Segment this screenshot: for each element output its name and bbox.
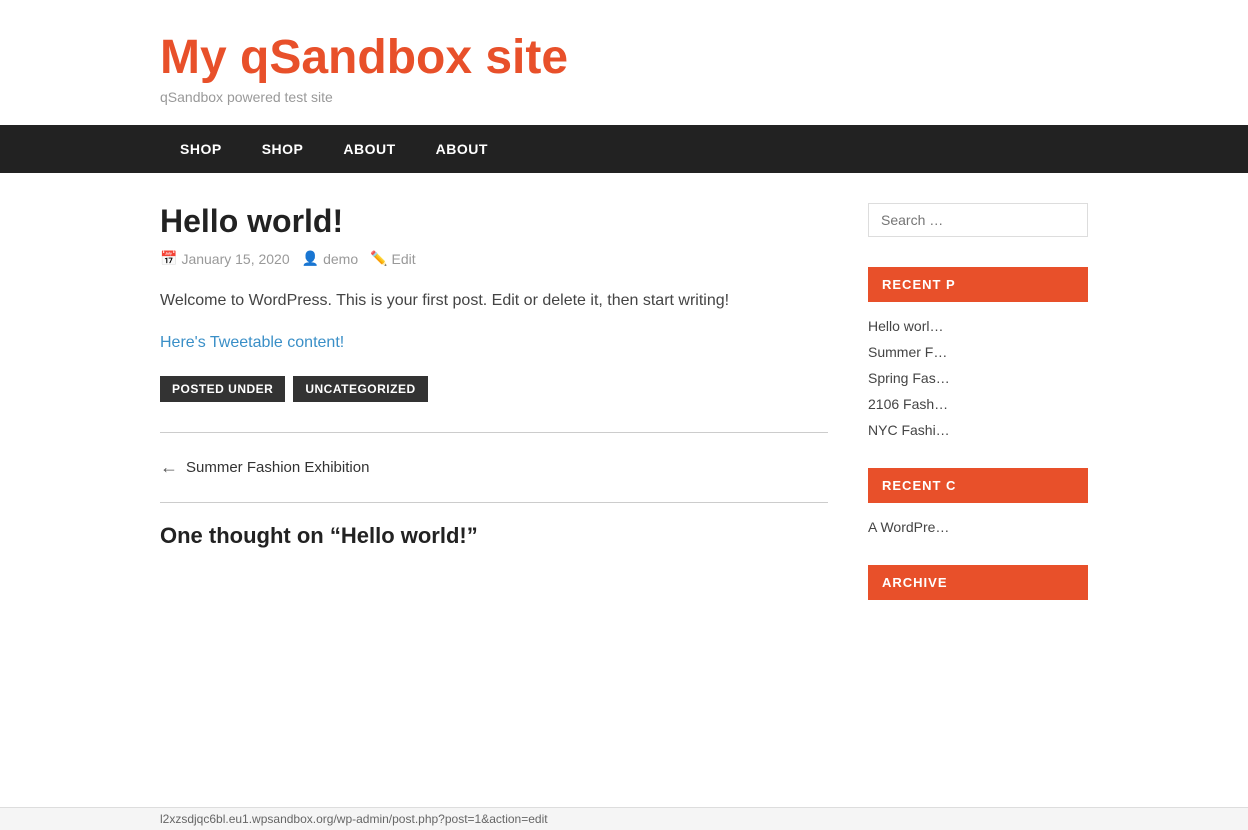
nav-divider-top xyxy=(160,432,828,433)
recent-comments-heading: RECENT C xyxy=(868,468,1088,503)
list-item[interactable]: NYC Fashi… xyxy=(868,418,1088,444)
main-navigation: SHOP SHOP ABOUT ABOUT xyxy=(0,125,1248,173)
list-item[interactable]: Spring Fas… xyxy=(868,366,1088,392)
prev-post-link[interactable]: Summer Fashion Exhibition xyxy=(186,459,369,476)
edit-icon: ✏️ xyxy=(370,250,387,267)
calendar-icon: 📅 xyxy=(160,250,177,267)
recent-comments-list: A WordPre… xyxy=(868,515,1088,541)
archives-heading: ARCHIVE xyxy=(868,565,1088,600)
post-edit-item[interactable]: ✏️ Edit xyxy=(370,250,416,267)
recent-comment-link-1[interactable]: A WordPre… xyxy=(868,519,949,535)
list-item[interactable]: 2106 Fash… xyxy=(868,392,1088,418)
site-title: My qSandbox site xyxy=(160,30,1088,85)
nav-item-shop-2[interactable]: SHOP xyxy=(242,125,324,173)
post-author-item: 👤 demo xyxy=(302,250,358,267)
list-item[interactable]: Hello worl… xyxy=(868,314,1088,340)
list-item[interactable]: Summer F… xyxy=(868,340,1088,366)
left-arrow-icon: ← xyxy=(160,457,178,478)
post-tags: POSTED UNDER UNCATEGORIZED xyxy=(160,376,828,402)
nav-item-about-1[interactable]: ABOUT xyxy=(323,125,415,173)
search-widget xyxy=(868,203,1088,237)
recent-post-link-5[interactable]: NYC Fashi… xyxy=(868,422,950,438)
nav-item-about-2[interactable]: ABOUT xyxy=(416,125,508,173)
post-body: Welcome to WordPress. This is your first… xyxy=(160,287,828,314)
sidebar: RECENT P Hello worl… Summer F… Spring Fa… xyxy=(868,203,1088,612)
recent-post-link-3[interactable]: Spring Fas… xyxy=(868,370,950,386)
recent-posts-heading: RECENT P xyxy=(868,267,1088,302)
status-url: l2xzsdjqc6bl.eu1.wpsandbox.org/wp-admin/… xyxy=(160,812,548,826)
nav-divider-bottom xyxy=(160,502,828,503)
tag-label: POSTED UNDER xyxy=(160,376,285,402)
tag-value: UNCATEGORIZED xyxy=(293,376,427,402)
search-input[interactable] xyxy=(868,203,1088,237)
status-bar: l2xzsdjqc6bl.eu1.wpsandbox.org/wp-admin/… xyxy=(0,807,1248,830)
post-author: demo xyxy=(323,251,358,267)
list-item[interactable]: A WordPre… xyxy=(868,515,1088,541)
comments-title: One thought on “Hello world!” xyxy=(160,523,828,549)
prev-post-nav[interactable]: ← Summer Fashion Exhibition xyxy=(160,443,828,492)
site-tagline: qSandbox powered test site xyxy=(160,89,1088,105)
recent-post-link-1[interactable]: Hello worl… xyxy=(868,318,943,334)
post-date: January 15, 2020 xyxy=(181,251,289,267)
nav-item-shop-1[interactable]: SHOP xyxy=(160,125,242,173)
recent-post-link-2[interactable]: Summer F… xyxy=(868,344,947,360)
post-meta: 📅 January 15, 2020 👤 demo ✏️ Edit xyxy=(160,250,828,267)
recent-post-link-4[interactable]: 2106 Fash… xyxy=(868,396,948,412)
recent-posts-list: Hello worl… Summer F… Spring Fas… 2106 F… xyxy=(868,314,1088,444)
post-edit-link[interactable]: Edit xyxy=(392,251,416,267)
post-title: Hello world! xyxy=(160,203,828,240)
post-article: Hello world! 📅 January 15, 2020 👤 demo ✏… xyxy=(160,203,828,402)
person-icon: 👤 xyxy=(302,250,319,267)
tweetable-link[interactable]: Here's Tweetable content! xyxy=(160,334,828,352)
main-content: Hello world! 📅 January 15, 2020 👤 demo ✏… xyxy=(160,203,828,612)
post-date-item: 📅 January 15, 2020 xyxy=(160,250,290,267)
